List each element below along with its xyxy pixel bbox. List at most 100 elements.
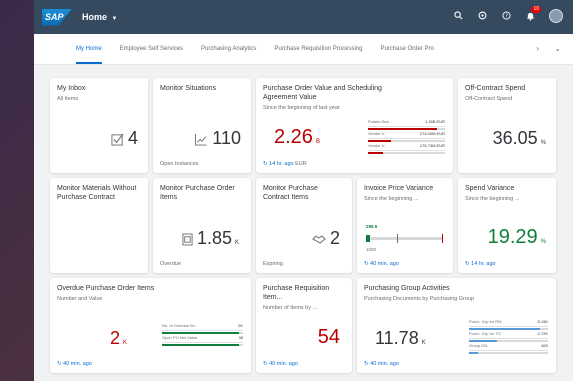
copilot-icon[interactable]: [477, 11, 487, 21]
po-value-unit: B: [315, 139, 320, 145]
tile-footer: Expiring: [263, 261, 283, 267]
launchpad-window: SAP Home ▼ ? 10 My Home Employee Self Se…: [34, 0, 573, 381]
shell-bar: SAP Home ▼ ? 10: [34, 0, 573, 34]
tile-title: Invoice Price Variance: [364, 185, 434, 192]
chevron-down-icon: ▼: [111, 16, 118, 22]
tile-footer: 40 min. ago: [63, 361, 92, 367]
tab-purchase-order-processing[interactable]: Purchase Order Pro: [380, 34, 433, 64]
tile-off-contract-spend[interactable]: Off-Contract Spend Off-Contract Spend 36…: [458, 78, 556, 173]
tile-footer: 40 min. ago: [370, 361, 399, 367]
list-item: Purch. Grp for RM 8.19K: [469, 318, 548, 327]
tile-title: Spend Variance: [465, 185, 515, 192]
tile-title: Purchase Requisition Item...: [263, 285, 330, 301]
tile-subtitle: Since the beginning ...: [465, 196, 520, 202]
tab-purchase-requisition-processing[interactable]: Purchase Requisition Processing: [274, 34, 362, 64]
tab-purchasing-analytics[interactable]: Purchasing Analytics: [201, 34, 256, 64]
tile-my-inbox[interactable]: My Inbox All Items 4: [50, 78, 148, 173]
home-menu[interactable]: Home ▼: [82, 12, 117, 22]
tile-title: Monitor Situations: [160, 85, 217, 92]
tile-footer-unit: EUR: [295, 161, 307, 167]
tile-subtitle: Purchasing Documents by Purchasing Group: [364, 296, 475, 302]
home-title: Home: [82, 12, 108, 22]
tile-subtitle: Number of Items by ...: [263, 305, 318, 311]
off-contract-unit: %: [540, 140, 546, 146]
spend-variance-unit: %: [540, 239, 546, 245]
tile-footer: Open Instances: [160, 161, 199, 167]
overdue-comparison: No. of Overdue Ite... 2K Open PO Net Valu…: [162, 322, 243, 346]
inbox-check-icon: [111, 133, 124, 146]
po-value-number: 2.26: [274, 126, 313, 148]
tile-purchasing-group-activities[interactable]: Purchasing Group Activities Purchasing D…: [357, 278, 556, 373]
tile-purchase-requisition-items[interactable]: Purchase Requisition Item... Number of I…: [256, 278, 352, 373]
notifications-icon[interactable]: 10: [525, 6, 541, 21]
overflow-chevron-down-icon[interactable]: ⌄: [554, 34, 561, 64]
notification-badge: 10: [531, 6, 541, 13]
help-icon[interactable]: ?: [501, 11, 511, 21]
tile-monitor-materials[interactable]: Monitor Materials Without Purchase Contr…: [50, 178, 148, 273]
tile-monitor-contract-items[interactable]: Monitor Purchase Contract Items 2 Expiri…: [256, 178, 352, 273]
situations-count: 110: [212, 128, 241, 148]
tile-po-value[interactable]: Purchase Order Value and Scheduling Agre…: [256, 78, 453, 173]
tile-monitor-po-items[interactable]: Monitor Purchase Order Items 1.85 K Overd…: [153, 178, 251, 273]
tile-monitor-situations[interactable]: Monitor Situations 110 Open Instances: [153, 78, 251, 173]
tile-subtitle: All Items: [57, 96, 79, 102]
tab-my-home[interactable]: My Home: [76, 34, 102, 64]
tile-footer: Overdue: [160, 261, 182, 267]
refresh-icon: ↻: [263, 361, 268, 367]
bullet-target-label: 299.5: [366, 224, 378, 229]
refresh-icon: ↻: [364, 261, 369, 267]
tab-employee-self-services[interactable]: Employee Self Services: [120, 34, 183, 64]
tile-subtitle: Since the beginning of last year: [263, 105, 340, 111]
group-activities-unit: K: [421, 340, 426, 346]
refresh-icon: ↻: [364, 361, 369, 367]
tile-title: Monitor Purchase Contract Items: [263, 185, 318, 201]
svg-text:?: ?: [505, 13, 508, 19]
tile-invoice-price-variance[interactable]: Invoice Price Variance Since the beginni…: [357, 178, 453, 273]
tile-title: Monitor Materials Without Purchase Contr…: [57, 185, 137, 201]
group-activities-value: 11.78: [375, 328, 419, 348]
tile-footer: 14 hr. ago: [471, 261, 496, 267]
tile-subtitle: Number and Value: [57, 296, 103, 302]
overdue-unit: K: [123, 340, 128, 346]
tile-footer: 40 min. ago: [370, 261, 399, 267]
tile-subtitle: Off-Contract Spend: [465, 96, 513, 102]
tile-title: Monitor Purchase Order Items: [160, 185, 235, 201]
list-item: Purch. Grp for TG 2.72K: [469, 330, 548, 339]
refresh-icon: ↻: [263, 161, 268, 167]
tile-title: Purchasing Group Activities: [364, 285, 450, 292]
po-value-comparison: Polaris Bral... 1.26B EUR Vendor V... 274.…: [368, 118, 445, 154]
list-item: Group 001 820: [469, 342, 548, 351]
search-icon[interactable]: [453, 11, 463, 21]
tile-overdue-po-items[interactable]: Overdue Purchase Order Items Number and …: [50, 278, 251, 373]
inbox-count: 4: [127, 128, 138, 148]
avatar[interactable]: [549, 9, 563, 23]
tile-title: Purchase Order Value and Scheduling Agre…: [263, 85, 382, 101]
handshake-icon: [312, 235, 326, 244]
off-contract-value: 36.05: [492, 128, 538, 148]
tile-title: Overdue Purchase Order Items: [57, 285, 155, 292]
requisition-value: 54: [317, 326, 340, 348]
contract-items-value: 2: [329, 228, 340, 248]
bullet-chart: [366, 234, 443, 243]
tile-title: My Inbox: [57, 85, 86, 92]
refresh-icon: ↻: [465, 261, 470, 267]
document-icon: [182, 233, 193, 246]
tile-spend-variance[interactable]: Spend Variance Since the beginning ... 1…: [458, 178, 556, 273]
spend-variance-value: 19.29: [487, 226, 538, 248]
tile-title: Off-Contract Spend: [465, 85, 526, 92]
list-item: Open PO Net Value 38: [162, 334, 243, 343]
po-items-value: 1.85: [196, 228, 232, 248]
tile-footer: 40 min. ago: [269, 361, 298, 367]
refresh-icon: ↻: [57, 361, 62, 367]
list-item: Vendor V... 175.73M EUR: [368, 142, 445, 151]
chevron-right-icon[interactable]: ›: [536, 34, 539, 64]
tile-subtitle: Since the beginning ...: [364, 196, 419, 202]
list-item: Vendor V... 274.00M EUR: [368, 130, 445, 139]
tile-footer: 14 hr. ago: [269, 161, 294, 167]
overdue-value: 2: [110, 328, 121, 348]
sap-logo[interactable]: SAP: [42, 8, 72, 26]
anchor-navigation-bar: My Home Employee Self Services Purchasin…: [34, 34, 573, 65]
list-item: Polaris Bral... 1.26B EUR: [368, 118, 445, 127]
group-activities-comparison: Purch. Grp for RM 8.19K Purch. Grp for TG…: [469, 318, 548, 354]
po-items-unit: K: [234, 240, 239, 246]
